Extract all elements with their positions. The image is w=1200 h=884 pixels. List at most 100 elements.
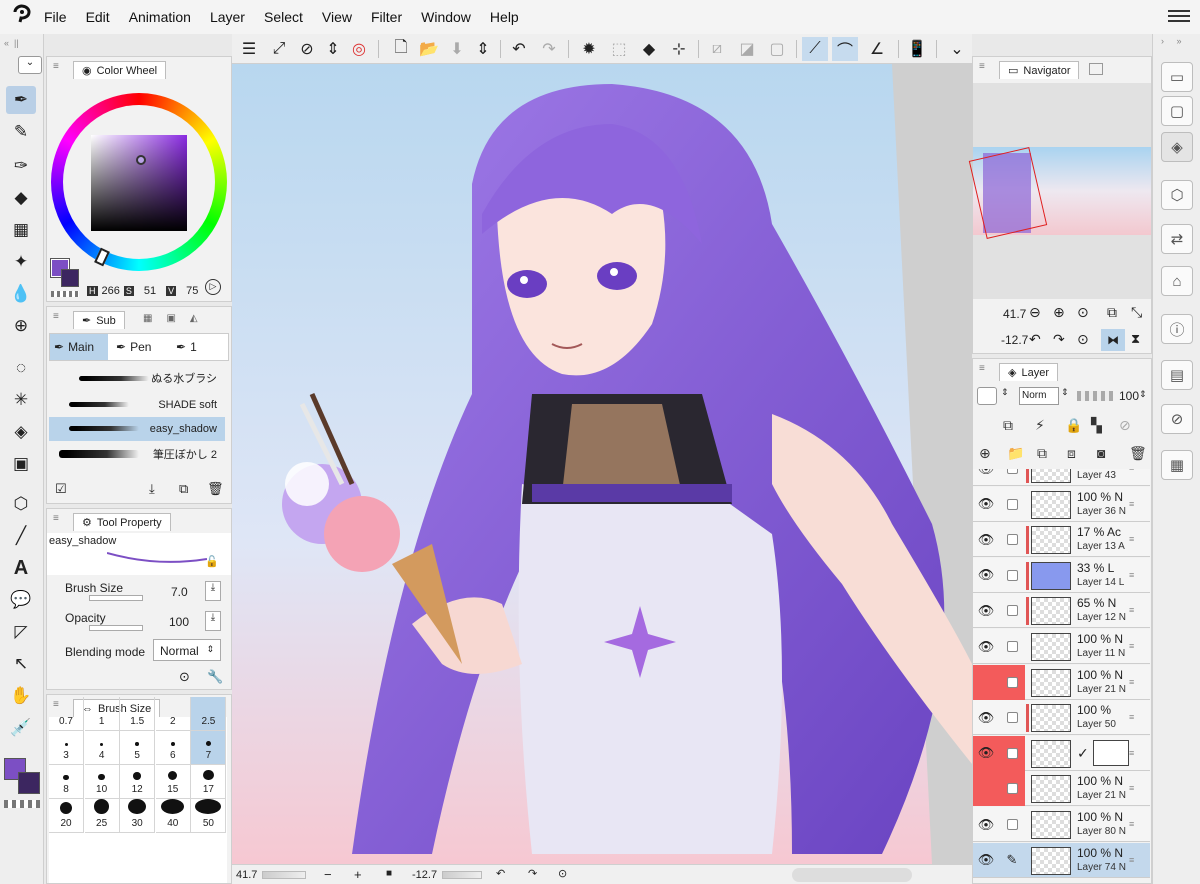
pencil-tool-icon[interactable]: ✎ (6, 118, 36, 146)
navigator-dock-icon[interactable]: ▭ (1161, 62, 1193, 92)
layer-color-icon[interactable] (977, 387, 997, 405)
layer-opacity-value[interactable]: 100 (1119, 389, 1139, 403)
transform-icon[interactable]: ⊹ (666, 37, 692, 61)
lock-icon[interactable]: 🔒 (1065, 417, 1082, 434)
panel-grip-icon[interactable]: ≡ (979, 364, 987, 374)
color-pick-icon[interactable]: ⊘ (294, 37, 320, 61)
eye-icon[interactable]: 👁 (973, 487, 999, 522)
3d-object-tool-icon[interactable]: ⬡ (6, 490, 36, 518)
preview-dock-icon[interactable]: ▢ (1161, 96, 1193, 126)
updown-chevron-icon[interactable]: ⇕ (1139, 389, 1147, 400)
ruler-snap-icon[interactable]: ⟋ (802, 37, 828, 61)
stabilization-icon[interactable]: ⊙ (179, 669, 190, 685)
sparkle-tool-icon[interactable]: ✦ (6, 248, 36, 276)
opacity-value[interactable]: 100 (169, 615, 189, 629)
menu-edit[interactable]: Edit (86, 9, 110, 25)
reset-rotation-icon[interactable]: ⊙ (558, 867, 567, 880)
edge-keyboard-icon[interactable]: 📱 (904, 37, 930, 61)
updown-chevron-icon[interactable]: ⇕ (320, 37, 346, 61)
color-wheel-tab[interactable]: ◉ Color Wheel (73, 61, 167, 79)
tool-dropdown-chevron-icon[interactable]: ⌄ (18, 56, 42, 74)
zoom-out-icon[interactable]: − (324, 867, 332, 882)
rotation-slider[interactable] (442, 871, 482, 879)
opacity-slider[interactable] (89, 625, 143, 631)
eyedropper-tool-icon[interactable]: 💉 (6, 714, 36, 742)
tool-property-tab[interactable]: ⚙ Tool Property (73, 513, 171, 531)
duplicate-sub-tool-icon[interactable]: ⧉ (179, 481, 188, 497)
layer-check-icon[interactable] (999, 469, 1025, 486)
drag-handle-icon[interactable]: ≡ (1129, 605, 1139, 615)
search-layer-dock-icon[interactable]: ⊘ (1161, 404, 1193, 434)
rotate-left-icon[interactable]: ↶ (496, 867, 505, 880)
brush-size-cell[interactable]: 15 (155, 765, 191, 799)
drag-handle-icon[interactable]: ≡ (1129, 469, 1139, 473)
color-mode-switch-icon[interactable]: ▷ (205, 279, 221, 295)
layer-row[interactable]: 👁 65 % N Layer 12 N ≡ (973, 593, 1150, 629)
brush-size-cell[interactable]: 1 (84, 697, 120, 731)
brush-size-cell[interactable]: 17 (191, 765, 227, 799)
layer-row[interactable]: 👁 100 % N Layer 36 N ≡ (973, 486, 1150, 522)
brush-size-cell[interactable]: 40 (155, 799, 191, 833)
download-sub-tool-icon[interactable]: ⤓ (149, 481, 155, 497)
updown-chevron-icon[interactable]: ⇕ (1061, 387, 1075, 405)
fit-canvas-icon[interactable]: ⤢ (266, 37, 292, 61)
actual-size-icon[interactable]: ⊙ (1077, 304, 1089, 321)
reset-rotation-icon[interactable]: ⊙ (1077, 331, 1089, 348)
menu-view[interactable]: View (322, 9, 352, 25)
menu-file[interactable]: File (44, 9, 67, 25)
rotate-right-icon[interactable]: ↷ (1053, 331, 1065, 348)
brush-size-cell[interactable]: 6 (155, 731, 191, 765)
layer-check-icon[interactable] (999, 700, 1025, 735)
menu-select[interactable]: Select (264, 9, 303, 25)
group-1[interactable]: ✒ 1 (172, 334, 228, 360)
group-main[interactable]: ✒ Main (50, 334, 108, 360)
brush-size-cell[interactable]: 30 (120, 799, 156, 833)
eye-icon[interactable]: 👁 (973, 469, 999, 486)
flip-horizontal-icon[interactable]: ⧓ (1101, 329, 1125, 351)
mask-enable-icon[interactable]: ⊘ (1119, 417, 1131, 434)
layer-check-icon[interactable] (999, 522, 1025, 557)
layer-dock-icon[interactable]: ◈ (1161, 132, 1193, 162)
layer-row[interactable]: 👁 100 % Layer 50 ≡ (973, 700, 1150, 736)
operation-tool-icon[interactable]: ↖ (6, 650, 36, 678)
layer-check-icon[interactable] (999, 487, 1025, 522)
trash-icon[interactable]: 🗑 (1129, 445, 1147, 462)
grid-tool-icon[interactable]: ⊕ (6, 312, 36, 340)
brush-size-cell[interactable]: 5 (120, 731, 156, 765)
layer-row[interactable]: 👁 17 % Ac Layer 13 A ≡ (973, 522, 1150, 558)
eye-icon[interactable]: 👁 (973, 629, 999, 664)
eye-icon[interactable]: 👁 (973, 735, 999, 771)
brush-size-cell[interactable]: 8 (49, 765, 84, 799)
layer-row[interactable]: 100 % N Layer 21 N ≡ (973, 664, 1150, 700)
menu-animation[interactable]: Animation (129, 9, 191, 25)
brush-size-cell[interactable]: 3 (49, 731, 84, 765)
zoom-in-icon[interactable]: ⊕ (1053, 304, 1065, 321)
brush-size-cell[interactable]: 4 (84, 731, 120, 765)
magic-wand-tool-icon[interactable]: ✳ (6, 386, 36, 414)
zoom-value[interactable]: 41.7 (236, 869, 257, 881)
balloon-tool-icon[interactable]: 💬 (6, 586, 36, 614)
layer-check-icon[interactable] (999, 664, 1025, 700)
vertical-scrollbar[interactable] (958, 300, 968, 560)
brush-size-cell[interactable]: 2.5 (191, 697, 227, 731)
drag-handle-icon[interactable]: ≡ (1129, 819, 1139, 829)
new-folder-icon[interactable]: 📁 (1007, 445, 1024, 462)
transparent-chip[interactable] (51, 291, 79, 297)
drag-handle-icon[interactable]: ≡ (1129, 534, 1139, 544)
deselect-icon[interactable]: ⬚ (606, 37, 632, 61)
info-dock-icon[interactable]: ⓘ (1161, 314, 1193, 344)
sub-tool-other-tabs-icons[interactable]: ▦▣◭ (143, 313, 223, 327)
new-raster-layer-icon[interactable]: ⊕ (979, 445, 991, 462)
navigator-tab[interactable]: ▭ Navigator (999, 61, 1080, 79)
sub-color-swatch[interactable] (18, 772, 40, 794)
eye-icon[interactable]: 👁 (973, 843, 999, 878)
opacity-settings-icon[interactable]: ⤓ (205, 611, 221, 631)
eye-icon[interactable] (973, 664, 999, 700)
timeline-dock-icon[interactable]: ▦ (1161, 450, 1193, 480)
clear-outside-icon[interactable]: ⧄ (704, 37, 730, 61)
menu-filter[interactable]: Filter (371, 9, 402, 25)
rotation-value[interactable]: -12.7 (412, 869, 437, 881)
decoration-tool-icon[interactable]: ▦ (6, 216, 36, 244)
zoom-in-icon[interactable]: + (354, 867, 362, 882)
menu-window[interactable]: Window (421, 9, 471, 25)
